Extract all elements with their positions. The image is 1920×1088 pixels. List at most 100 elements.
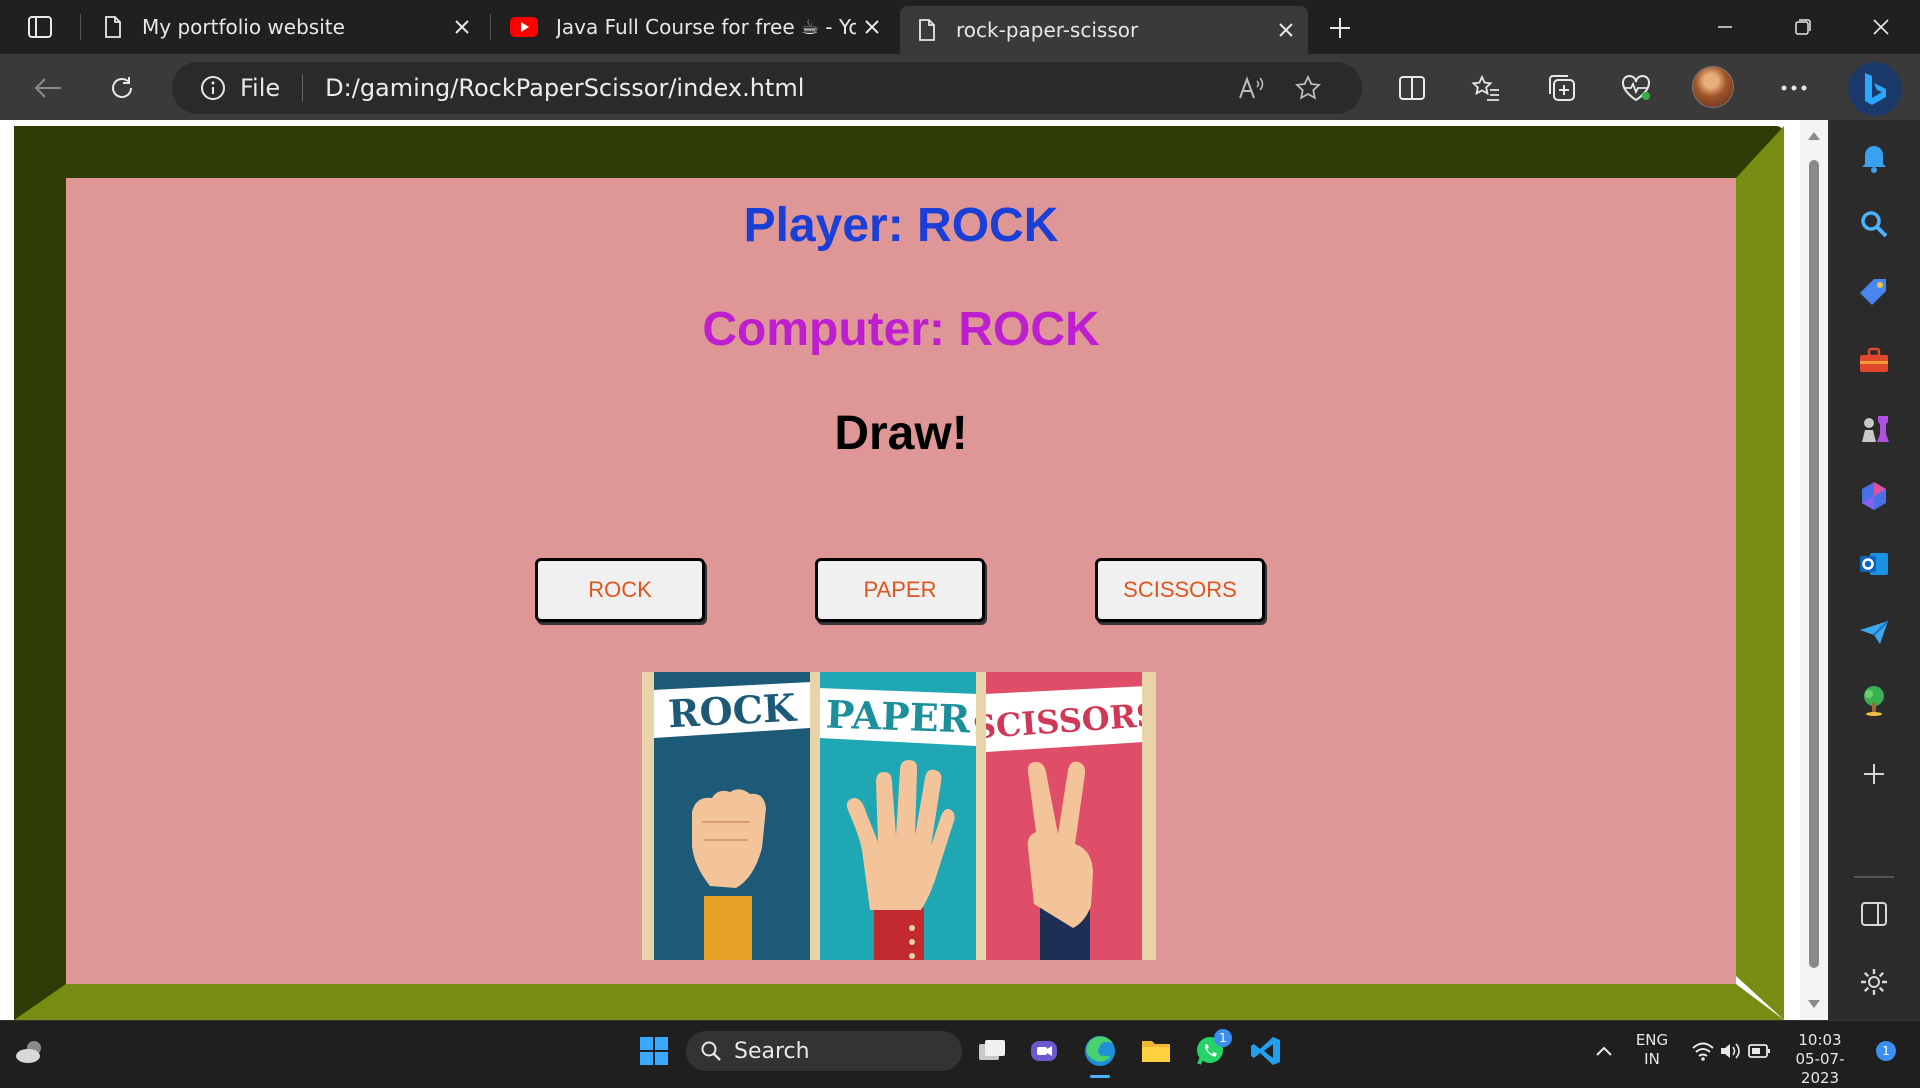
minimize-button[interactable] — [1694, 6, 1756, 48]
sidebar-panel-icon — [1861, 902, 1887, 926]
sidebar-settings-button[interactable] — [1856, 964, 1892, 1000]
windows-taskbar: Search 1 ENG IN 10:03 05-07-2023 1 — [0, 1020, 1920, 1087]
collections-icon — [1549, 75, 1575, 101]
language-code: ENG — [1635, 1031, 1669, 1049]
url-text[interactable]: D:/gaming/RockPaperScissor/index.html — [325, 74, 804, 102]
bing-icon — [1865, 73, 1886, 105]
task-view-button[interactable] — [972, 1031, 1012, 1071]
shopping-sidebar-button[interactable] — [1856, 274, 1892, 310]
network-volume-battery-button[interactable] — [1686, 1031, 1786, 1071]
folder-icon — [1142, 1041, 1170, 1062]
tab-title: My portfolio website — [142, 15, 345, 39]
games-sidebar-button[interactable] — [1856, 410, 1892, 446]
address-divider — [302, 74, 304, 102]
computer-choice-text: Computer: ROCK — [702, 303, 1100, 356]
tools-sidebar-button[interactable] — [1856, 342, 1892, 378]
close-tab-icon[interactable] — [1270, 14, 1302, 46]
close-icon — [1873, 19, 1889, 35]
copilot-icon — [1862, 482, 1886, 510]
refresh-icon — [112, 77, 132, 98]
read-aloud-icon — [1239, 76, 1264, 99]
tab-rock-paper-scissor[interactable]: rock-paper-scissor — [900, 6, 1308, 54]
frame-right-bevel — [1736, 126, 1784, 1020]
teams-chat-button[interactable] — [1024, 1031, 1064, 1071]
cloud-moon-icon — [16, 1041, 41, 1063]
edge-taskbar-button[interactable] — [1080, 1031, 1120, 1071]
back-button[interactable] — [28, 68, 68, 108]
profile-avatar[interactable] — [1692, 66, 1734, 108]
tab-portfolio[interactable]: My portfolio website — [86, 6, 484, 48]
copilot-sidebar-button[interactable] — [1856, 478, 1892, 514]
restore-button[interactable] — [1772, 6, 1834, 48]
toolbox-icon — [1860, 347, 1888, 372]
scrollbar-thumb[interactable] — [1809, 160, 1819, 968]
settings-more-button[interactable] — [1774, 68, 1814, 108]
minimize-icon — [1718, 26, 1732, 28]
rock-button[interactable]: ROCK — [535, 558, 705, 622]
clock[interactable]: 10:03 05-07-2023 — [1780, 1031, 1860, 1088]
tab-youtube[interactable]: Java Full Course for free ☕ - YouTube — [494, 6, 894, 48]
page-icon — [919, 19, 935, 41]
input-language-indicator[interactable]: ENG IN — [1630, 1031, 1674, 1069]
close-tab-icon[interactable] — [446, 11, 478, 43]
edge-sidebar — [1828, 120, 1920, 1020]
scroll-up-icon — [1808, 132, 1820, 140]
bing-chat-button[interactable] — [1848, 62, 1902, 116]
start-button[interactable] — [634, 1031, 674, 1071]
game-frame: Player: ROCK Computer: ROCK Draw! ROCK P… — [14, 126, 1784, 1020]
frame-top-bevel — [14, 126, 1784, 178]
banner-rock: ROCK — [667, 685, 799, 737]
more-dots-icon — [1781, 85, 1807, 91]
weather-widget[interactable] — [10, 1031, 50, 1071]
notifications-sidebar-button[interactable] — [1856, 140, 1892, 176]
tab-actions-button[interactable] — [22, 12, 58, 42]
task-view-icon — [979, 1040, 1005, 1060]
send-plane-icon — [1860, 620, 1889, 644]
chevron-up-icon — [1596, 1046, 1612, 1056]
frame-bottom-bevel — [14, 984, 1784, 1020]
whatsapp-button[interactable]: 1 — [1190, 1029, 1232, 1071]
add-sidebar-app-button[interactable] — [1856, 756, 1892, 792]
collections-button[interactable] — [1542, 68, 1582, 108]
game-stage: Player: ROCK Computer: ROCK Draw! ROCK P… — [66, 178, 1736, 984]
edge-browser-icon — [1085, 1036, 1115, 1066]
vscode-button[interactable] — [1246, 1031, 1286, 1071]
outlook-icon — [1860, 553, 1888, 575]
rock-paper-scissors-illustration: ROCK PAPER SCISSORS — [642, 672, 1156, 960]
show-hidden-icons-button[interactable] — [1584, 1031, 1624, 1071]
clock-time: 10:03 — [1798, 1031, 1842, 1049]
page-icon — [105, 16, 121, 38]
close-window-button[interactable] — [1850, 6, 1912, 48]
hide-sidebar-button[interactable] — [1856, 896, 1892, 932]
search-sidebar-button[interactable] — [1856, 206, 1892, 242]
outlook-sidebar-button[interactable] — [1856, 546, 1892, 582]
browser-essentials-button[interactable] — [1616, 68, 1656, 108]
address-bar[interactable]: File D:/gaming/RockPaperScissor/index.ht… — [172, 62, 1362, 114]
tab-strip: My portfolio website Java Full Course fo… — [0, 0, 1920, 54]
split-screen-button[interactable] — [1392, 68, 1432, 108]
result-text: Draw! — [834, 407, 968, 460]
tree-sidebar-button[interactable] — [1856, 682, 1892, 718]
split-screen-icon — [1399, 76, 1425, 100]
youtube-icon — [510, 17, 538, 37]
close-tab-icon[interactable] — [856, 11, 888, 43]
page-scrollbar[interactable] — [1800, 120, 1828, 1020]
notification-center-badge[interactable]: 1 — [1876, 1041, 1896, 1061]
battery-icon — [1748, 1044, 1770, 1058]
active-app-indicator — [1090, 1075, 1110, 1078]
gear-icon — [1861, 969, 1887, 995]
taskbar-search-box[interactable]: Search — [686, 1031, 962, 1071]
tree-icon — [1864, 686, 1884, 716]
favorite-star-button[interactable] — [1288, 68, 1328, 108]
favorites-button[interactable] — [1466, 68, 1506, 108]
site-scheme-label: File — [240, 74, 281, 102]
read-aloud-button[interactable] — [1232, 68, 1272, 108]
refresh-button[interactable] — [102, 68, 142, 108]
banner-paper: PAPER — [825, 691, 971, 741]
info-icon[interactable] — [200, 75, 226, 101]
paper-button[interactable]: PAPER — [815, 558, 985, 622]
scissors-button[interactable]: SCISSORS — [1095, 558, 1265, 622]
file-explorer-button[interactable] — [1136, 1031, 1176, 1071]
drop-sidebar-button[interactable] — [1856, 614, 1892, 650]
new-tab-button[interactable] — [1322, 10, 1358, 46]
